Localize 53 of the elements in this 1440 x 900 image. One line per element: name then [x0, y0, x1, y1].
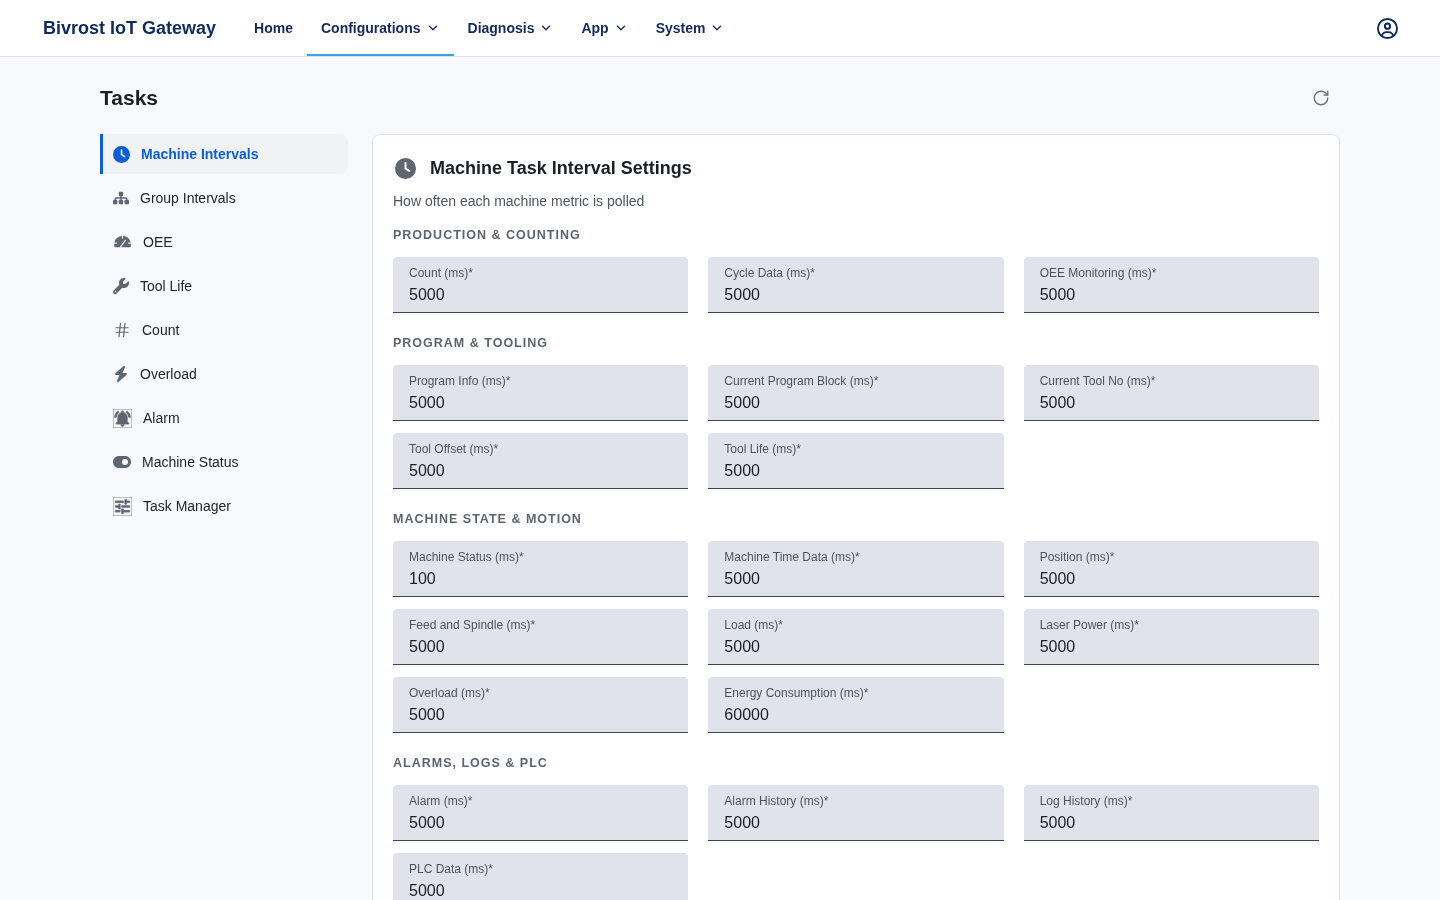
nav-tab[interactable]: App [567, 0, 642, 56]
hash-icon [113, 321, 131, 339]
nav-tab[interactable]: Configurations [306, 0, 454, 56]
wrench-icon [113, 278, 129, 294]
section-heading: PRODUCTION & COUNTING [393, 227, 582, 243]
text-field[interactable]: Energy Consumption (ms)* 60000 [708, 677, 1004, 733]
hierarchy-icon [113, 190, 129, 206]
refresh-icon[interactable] [1312, 89, 1330, 107]
bell-icon [113, 408, 132, 428]
text-field[interactable]: Current Program Block (ms)* 5000 [708, 365, 1004, 421]
text-field[interactable]: Tool Offset (ms)* 5000 [393, 433, 689, 489]
nav-tab[interactable]: Diagnosis [453, 0, 568, 56]
sidebar-item[interactable]: Count [100, 310, 348, 350]
text-field[interactable]: Alarm (ms)* 5000 [393, 785, 689, 841]
sidebar-item[interactable]: Alarm [100, 398, 348, 438]
nav-tab[interactable]: System [641, 0, 739, 56]
text-field[interactable]: PLC Data (ms)* 5000 [393, 853, 689, 900]
toggle-icon [113, 453, 131, 471]
sliders-icon [113, 496, 132, 516]
text-field[interactable]: Feed and Spindle (ms)* 5000 [393, 609, 689, 665]
lightning-icon [113, 366, 129, 382]
text-field[interactable]: Program Info (ms)* 5000 [393, 365, 689, 421]
sidebar-item[interactable]: Machine Intervals [100, 134, 348, 174]
sidebar-item[interactable]: Task Manager [100, 486, 348, 526]
sidebar-item[interactable]: Machine Status [100, 442, 348, 482]
text-field[interactable]: Position (ms)* 5000 [1023, 541, 1319, 597]
text-field[interactable]: Alarm History (ms)* 5000 [708, 785, 1004, 841]
clock-icon [113, 145, 130, 163]
user-icon[interactable] [1377, 17, 1398, 39]
text-field[interactable]: Log History (ms)* 5000 [1023, 785, 1319, 841]
card-title: Machine Task Interval Settings [430, 157, 692, 179]
text-field[interactable]: OEE Monitoring (ms)* 5000 [1023, 257, 1319, 313]
sidebar-item[interactable]: Group Intervals [100, 178, 348, 218]
brand-title: Bivrost IoT Gateway [43, 16, 217, 40]
clock-icon [395, 157, 416, 179]
section-heading: MACHINE STATE & MOTION [393, 511, 583, 527]
text-field[interactable]: Laser Power (ms)* 5000 [1023, 609, 1319, 665]
sidebar-item[interactable]: Overload [100, 354, 348, 394]
text-field[interactable]: Tool Life (ms)* 5000 [708, 433, 1004, 489]
card-subtitle: How often each machine metric is polled [393, 192, 646, 211]
text-field[interactable]: Machine Status (ms)* 100 [393, 541, 689, 597]
text-field[interactable]: Machine Time Data (ms)* 5000 [708, 541, 1004, 597]
text-field[interactable]: Current Tool No (ms)* 5000 [1023, 365, 1319, 421]
text-field[interactable]: Overload (ms)* 5000 [393, 677, 689, 733]
page-title: Tasks [100, 85, 158, 111]
text-field[interactable]: Count (ms)* 5000 [393, 257, 689, 313]
section-heading: PROGRAM & TOOLING [393, 335, 549, 351]
sidebar-item[interactable]: OEE [100, 222, 348, 262]
sidebar-item[interactable]: Tool Life [100, 266, 348, 306]
section-heading: ALARMS, LOGS & PLC [393, 755, 549, 771]
nav-tab[interactable]: Home [240, 0, 307, 56]
text-field[interactable]: Cycle Data (ms)* 5000 [708, 257, 1004, 313]
text-field[interactable]: Load (ms)* 5000 [708, 609, 1004, 665]
